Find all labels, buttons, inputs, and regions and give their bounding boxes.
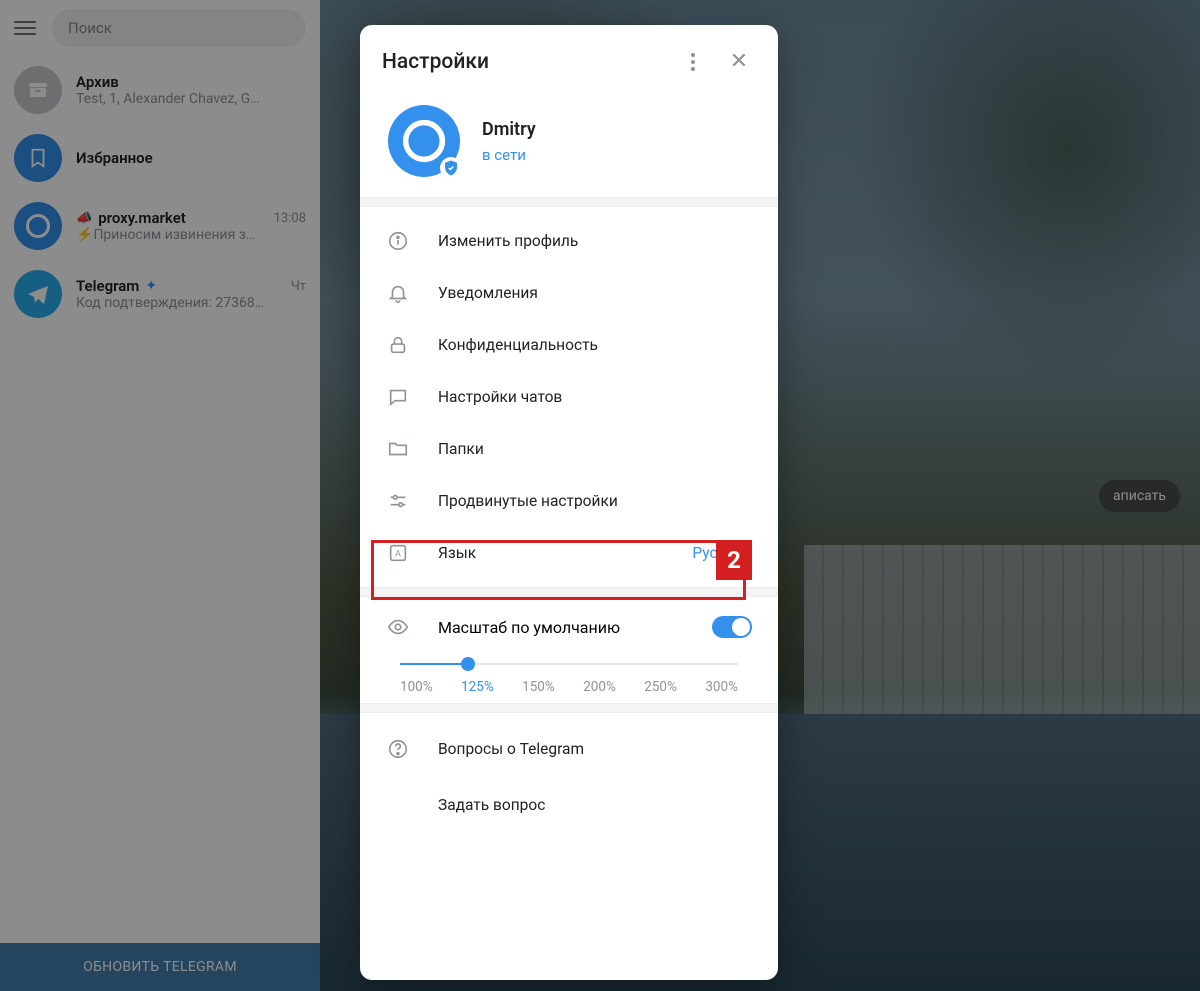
menu-label: Папки [438,440,752,458]
lock-icon [386,333,410,357]
menu-label: Язык [438,544,664,562]
menu-chat-settings[interactable]: Настройки чатов [360,371,778,423]
menu-label: Уведомления [438,284,752,302]
menu-label: Изменить профиль [438,232,752,250]
profile-summary[interactable]: Dmitry в сети [360,87,778,197]
menu-advanced[interactable]: Продвинутые настройки [360,475,778,527]
modal-title: Настройки [382,50,664,74]
chat-icon [386,385,410,409]
sliders-icon [386,489,410,513]
eye-icon [386,615,410,639]
menu-label: Конфиденциальность [438,336,752,354]
settings-modal: Настройки ✕ Dmitry в сети Изменить профи… [360,25,778,980]
close-button[interactable]: ✕ [722,45,756,79]
menu-privacy[interactable]: Конфиденциальность [360,319,778,371]
default-scale-toggle[interactable] [712,616,752,638]
menu-ask-question[interactable]: Задать вопрос [360,777,778,833]
info-icon [386,229,410,253]
folder-icon [386,437,410,461]
scale-ticks: 100% 125% 150% 200% 250% 300% [400,679,738,695]
blank-icon [386,793,410,817]
menu-label: Продвинутые настройки [438,492,752,510]
profile-avatar [388,105,460,177]
dots-vertical-icon [691,53,695,71]
annotation-number-badge: 2 [716,540,752,580]
menu-notifications[interactable]: Уведомления [360,267,778,319]
scale-label: Масштаб по умолчанию [438,618,684,637]
menu-label: Вопросы о Telegram [438,740,752,758]
profile-status: в сети [482,146,536,164]
menu-edit-profile[interactable]: Изменить профиль [360,215,778,267]
scale-slider[interactable]: 100% 125% 150% 200% 250% 300% [360,649,778,703]
more-options-button[interactable] [676,45,710,79]
svg-text:A: A [395,550,401,560]
menu-faq[interactable]: Вопросы о Telegram [360,721,778,777]
menu-label: Задать вопрос [438,796,752,814]
bell-icon [386,281,410,305]
language-icon: A [386,541,410,565]
menu-folders[interactable]: Папки [360,423,778,475]
close-icon: ✕ [730,51,748,73]
help-icon [386,737,410,761]
menu-label: Настройки чатов [438,388,752,406]
shield-check-icon [440,157,462,179]
profile-name: Dmitry [482,119,536,140]
